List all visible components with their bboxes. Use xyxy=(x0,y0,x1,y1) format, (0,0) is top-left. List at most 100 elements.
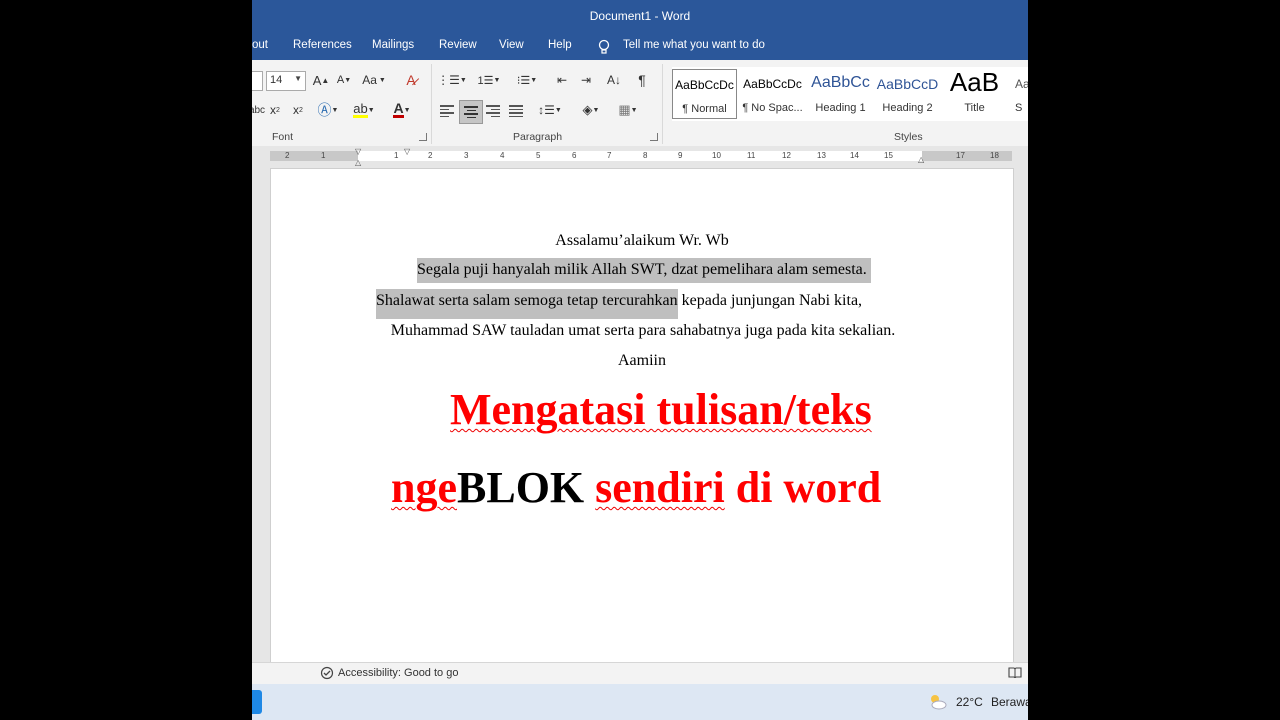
lightbulb-icon[interactable] xyxy=(598,39,610,58)
style-preview: AaB xyxy=(949,69,1000,97)
title-bar: Document1 - Word xyxy=(252,0,1028,32)
style-no-spacing[interactable]: AaBbCcDc ¶ No Spac... xyxy=(740,69,805,119)
ruler-number: 6 xyxy=(572,151,577,160)
subscript-icon[interactable]: x2 xyxy=(266,102,284,118)
shrink-font-icon[interactable]: A ▼ xyxy=(336,72,352,88)
taskbar: 22°C Berawa xyxy=(252,684,1028,720)
style-heading-2[interactable]: AaBbCcD Heading 2 xyxy=(875,69,940,119)
ruler-number: 4 xyxy=(500,151,505,160)
ruler-number: 1 xyxy=(394,151,399,160)
paragraph-dialog-launcher-icon[interactable] xyxy=(650,133,658,141)
status-bar: Accessibility: Good to go xyxy=(252,662,1028,685)
shading-icon[interactable]: ◈ ▼ xyxy=(577,101,605,119)
style-title[interactable]: AaB Title xyxy=(942,69,1007,119)
style-subtitle[interactable]: Aa S xyxy=(1010,69,1028,119)
superscript-icon[interactable]: x2 xyxy=(289,102,307,118)
greeting-line: Assalamu’alaikum Wr. Wb xyxy=(555,232,729,249)
window-title: Document1 - Word xyxy=(589,9,691,23)
style-normal[interactable]: AaBbCcDc ¶ Normal xyxy=(672,69,737,119)
numbering-icon[interactable]: 1☰ ▼ xyxy=(475,71,503,89)
weather-condition[interactable]: Berawa xyxy=(991,695,1028,709)
accessibility-status[interactable]: Accessibility: Good to go xyxy=(338,667,458,679)
selected-text: Shalawat serta salam semoga tetap tercur… xyxy=(376,289,678,319)
divider xyxy=(431,64,432,144)
tab-mailings[interactable]: Mailings xyxy=(372,39,414,51)
style-preview: AaBbCcDc xyxy=(743,77,802,91)
grow-font-icon[interactable]: A ▲ xyxy=(312,72,330,88)
ruler-number: 11 xyxy=(747,151,756,160)
ruler-number: 9 xyxy=(678,151,683,160)
style-name: Heading 1 xyxy=(815,102,866,114)
font-name-box[interactable] xyxy=(252,71,263,91)
chevron-down-icon: ▼ xyxy=(294,74,302,83)
styles-gallery: AaBbCcDc ¶ Normal AaBbCcDc ¶ No Spac... … xyxy=(672,67,1028,121)
accessibility-icon[interactable] xyxy=(320,666,334,683)
weather-temperature[interactable]: 22°C xyxy=(956,695,983,709)
sort-icon[interactable]: A↓ xyxy=(604,71,624,89)
ruler-number: 13 xyxy=(817,151,826,160)
align-center-button[interactable] xyxy=(459,100,483,124)
weather-icon[interactable] xyxy=(928,693,948,714)
font-group-label: Font xyxy=(272,131,294,143)
heading-text-blok: BLOK xyxy=(457,463,585,512)
tab-references[interactable]: References xyxy=(293,39,352,51)
heading-text-1: Mengatasi tulisan/teks xyxy=(450,385,872,434)
word-window: Document1 - Word out References Mailings… xyxy=(252,0,1028,720)
highlight-color-icon[interactable]: ab ▼ xyxy=(350,102,378,118)
right-indent-marker[interactable]: △ xyxy=(918,155,924,164)
change-case-icon[interactable]: Aa ▼ xyxy=(360,72,388,88)
strikethrough-icon[interactable]: abc xyxy=(252,102,265,118)
ruler-number: 8 xyxy=(643,151,648,160)
horizontal-ruler[interactable]: 2 1 1 2 3 4 5 6 7 8 9 10 11 12 13 14 15 … xyxy=(252,146,1028,168)
style-preview: AaBbCc xyxy=(811,74,870,91)
style-preview: AaBbCcDc xyxy=(675,78,734,92)
line-spacing-icon[interactable]: ↕☰ ▼ xyxy=(535,101,565,119)
left-indent-marker[interactable]: △ xyxy=(355,158,361,167)
font-size-box[interactable]: 14 ▼ xyxy=(266,71,306,91)
style-heading-1[interactable]: AaBbCc Heading 1 xyxy=(808,69,873,119)
style-preview: Aa xyxy=(1015,77,1028,91)
align-center-icon xyxy=(464,104,478,120)
ruler-number: 5 xyxy=(536,151,541,160)
show-formatting-marks-icon[interactable]: ¶ xyxy=(634,71,650,89)
read-mode-icon[interactable] xyxy=(1008,666,1022,681)
paragraph-line-1: Segala puji hanyalah milik Allah SWT, dz… xyxy=(417,258,871,283)
paragraph-line-2-rest: kepada junjungan Nabi kita, xyxy=(677,292,863,309)
ruler-number: 17 xyxy=(956,151,965,160)
style-name: ¶ Normal xyxy=(682,103,727,115)
ribbon: 14 ▼ A▲ A▼ Aa▼ A̷ abc x2 x2 Ⓐ▼ ab▼ A▼ Fon… xyxy=(252,60,1028,147)
taskbar-app-icon[interactable] xyxy=(252,690,262,714)
justify-icon[interactable] xyxy=(509,103,523,119)
styles-group-label: Styles xyxy=(894,131,923,143)
hanging-indent-marker[interactable]: ▽ xyxy=(404,147,410,156)
heading-line-2: ngeBLOK sendiri di word xyxy=(391,463,881,513)
ribbon-tabs: out References Mailings Review View Help… xyxy=(252,32,1028,60)
divider xyxy=(662,64,663,144)
align-left-icon[interactable] xyxy=(440,103,454,119)
tab-review[interactable]: Review xyxy=(439,39,477,51)
style-name: S xyxy=(1015,102,1023,114)
borders-icon[interactable]: ▦ ▼ xyxy=(614,101,642,119)
font-color-icon[interactable]: A ▼ xyxy=(388,101,416,118)
heading-text-sendiri: sendiri xyxy=(595,463,725,512)
align-right-icon[interactable] xyxy=(486,103,500,119)
style-name: ¶ No Spac... xyxy=(742,102,803,114)
font-dialog-launcher-icon[interactable] xyxy=(419,133,427,141)
heading-space xyxy=(584,463,595,512)
multilevel-list-icon[interactable]: ⁝☰ ▼ xyxy=(512,71,542,89)
ruler-number: 14 xyxy=(850,151,859,160)
first-line-indent-marker[interactable]: ▽ xyxy=(355,147,361,156)
increase-indent-icon[interactable]: ⇥ xyxy=(576,71,596,89)
paragraph-group-label: Paragraph xyxy=(513,131,563,143)
text-effects-icon[interactable]: Ⓐ ▼ xyxy=(316,102,340,118)
bullets-icon[interactable]: ⋮☰ ▼ xyxy=(437,71,467,89)
style-name: Heading 2 xyxy=(882,102,933,114)
tab-view[interactable]: View xyxy=(499,39,524,51)
ruler-number: 2 xyxy=(285,151,290,160)
tab-help[interactable]: Help xyxy=(548,39,572,51)
document-page[interactable]: Assalamu’alaikum Wr. Wb Segala puji hany… xyxy=(270,168,1014,670)
tab-layout[interactable]: out xyxy=(252,39,268,51)
tell-me-search[interactable]: Tell me what you want to do xyxy=(623,39,765,51)
clear-formatting-icon[interactable]: A̷ xyxy=(402,72,420,88)
decrease-indent-icon[interactable]: ⇤ xyxy=(552,71,572,89)
